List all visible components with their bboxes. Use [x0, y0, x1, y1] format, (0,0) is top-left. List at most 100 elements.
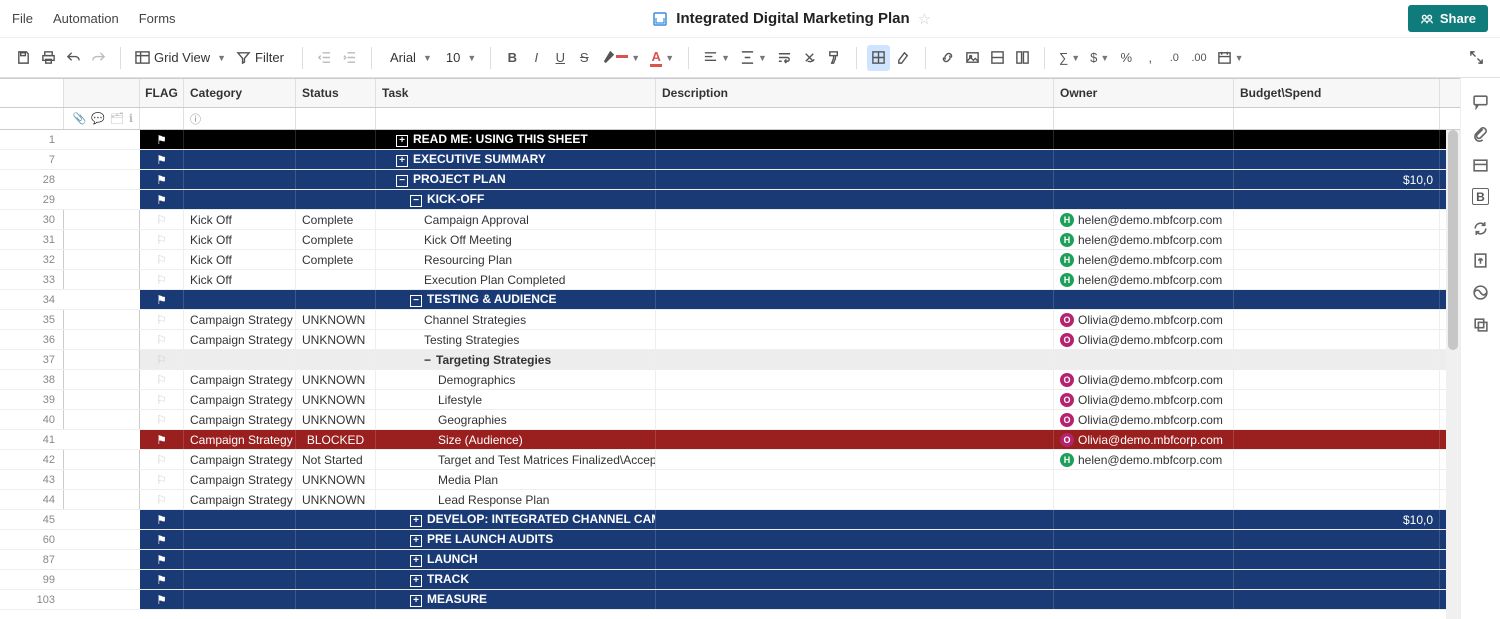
flag-cell[interactable]: ⚐ — [140, 350, 184, 369]
row-number[interactable]: 38 — [0, 370, 64, 389]
status-header[interactable]: Status — [296, 79, 376, 107]
border-icon[interactable] — [867, 45, 890, 71]
category-cell[interactable] — [184, 190, 296, 209]
category-header[interactable]: Category — [184, 79, 296, 107]
description-cell[interactable] — [656, 290, 1054, 309]
bold-icon[interactable]: B — [501, 45, 523, 71]
description-cell[interactable] — [656, 510, 1054, 529]
owner-cell[interactable] — [1054, 590, 1234, 609]
budget-cell[interactable] — [1234, 590, 1440, 609]
description-cell[interactable] — [656, 170, 1054, 189]
row-number[interactable]: 45 — [0, 510, 64, 529]
owner-cell[interactable]: OOlivia@demo.mbfcorp.com — [1054, 310, 1234, 329]
fontsize-selector[interactable]: 10▼ — [438, 45, 480, 71]
budget-cell[interactable] — [1234, 350, 1440, 369]
task-cell[interactable]: −KICK-OFF — [376, 190, 656, 209]
owner-cell[interactable]: OOlivia@demo.mbfcorp.com — [1054, 370, 1234, 389]
table-row[interactable]: 40⚐Campaign StrategyUNKNOWNGeographiesOO… — [0, 410, 1460, 430]
symbols-icon[interactable] — [986, 45, 1009, 71]
flag-cell[interactable]: ⚑ — [140, 150, 184, 169]
budget-cell[interactable] — [1234, 210, 1440, 229]
budget-cell[interactable] — [1234, 130, 1440, 149]
description-cell[interactable] — [656, 590, 1054, 609]
description-cell[interactable] — [656, 270, 1054, 289]
category-cell[interactable]: Campaign Strategy — [184, 490, 296, 509]
task-cell[interactable]: Kick Off Meeting — [376, 230, 656, 249]
status-cell[interactable] — [296, 350, 376, 369]
task-cell[interactable]: +READ ME: USING THIS SHEET — [376, 130, 656, 149]
task-cell[interactable]: Testing Strategies — [376, 330, 656, 349]
italic-icon[interactable]: I — [525, 45, 547, 71]
description-cell[interactable] — [656, 230, 1054, 249]
highlight-icon[interactable] — [892, 45, 915, 71]
flag-cell[interactable]: ⚐ — [140, 410, 184, 429]
category-cell[interactable] — [184, 170, 296, 189]
owner-cell[interactable] — [1054, 170, 1234, 189]
align-vertical-icon[interactable]: ▼ — [736, 45, 771, 71]
print-icon[interactable] — [37, 45, 60, 71]
expand-toggle-icon[interactable]: − — [396, 175, 408, 187]
indent-icon[interactable] — [338, 45, 361, 71]
increase-decimal-icon[interactable]: .00 — [1187, 45, 1210, 71]
menu-forms[interactable]: Forms — [139, 11, 176, 26]
row-attachments[interactable] — [64, 450, 140, 469]
description-cell[interactable] — [656, 490, 1054, 509]
row-number[interactable]: 36 — [0, 330, 64, 349]
row-number[interactable]: 31 — [0, 230, 64, 249]
status-cell[interactable] — [296, 270, 376, 289]
row-number[interactable]: 1 — [0, 130, 64, 149]
status-cell[interactable]: UNKNOWN — [296, 330, 376, 349]
format-painter-icon[interactable] — [823, 45, 846, 71]
budget-cell[interactable]: $10,0 — [1234, 170, 1440, 189]
description-cell[interactable] — [656, 530, 1054, 549]
decrease-decimal-icon[interactable]: .0 — [1163, 45, 1185, 71]
table-row[interactable]: 43⚐Campaign StrategyUNKNOWNMedia Plan — [0, 470, 1460, 490]
brand-rail-icon[interactable]: B — [1472, 188, 1489, 205]
clear-format-icon[interactable] — [798, 45, 821, 71]
flag-cell[interactable]: ⚑ — [140, 510, 184, 529]
table-row[interactable]: 37⚐−Targeting Strategies — [0, 350, 1460, 370]
budget-cell[interactable] — [1234, 550, 1440, 569]
table-row[interactable]: 99⚑+TRACK — [0, 570, 1460, 590]
task-cell[interactable]: −PROJECT PLAN — [376, 170, 656, 189]
row-attachments[interactable] — [64, 270, 140, 289]
description-cell[interactable] — [656, 150, 1054, 169]
publish-icon[interactable] — [1472, 251, 1490, 269]
category-cell[interactable] — [184, 530, 296, 549]
task-cell[interactable]: +PRE LAUNCH AUDITS — [376, 530, 656, 549]
row-attachments[interactable] — [64, 250, 140, 269]
category-cell[interactable]: Campaign Strategy — [184, 310, 296, 329]
budget-cell[interactable] — [1234, 490, 1440, 509]
expand-toggle-icon[interactable]: + — [410, 575, 422, 587]
description-cell[interactable] — [656, 310, 1054, 329]
row-attachments[interactable] — [64, 390, 140, 409]
flag-cell[interactable]: ⚐ — [140, 310, 184, 329]
budget-cell[interactable] — [1234, 150, 1440, 169]
owner-cell[interactable]: Hhelen@demo.mbfcorp.com — [1054, 250, 1234, 269]
status-cell[interactable]: BLOCKED — [296, 430, 376, 449]
table-row[interactable]: 32⚐Kick OffCompleteResourcing PlanHhelen… — [0, 250, 1460, 270]
row-attachments[interactable] — [64, 370, 140, 389]
currency-icon[interactable]: $▼ — [1086, 45, 1113, 71]
category-cell[interactable] — [184, 570, 296, 589]
category-cell[interactable] — [184, 290, 296, 309]
row-number[interactable]: 87 — [0, 550, 64, 569]
flag-cell[interactable]: ⚑ — [140, 530, 184, 549]
row-number[interactable]: 44 — [0, 490, 64, 509]
sum-icon[interactable]: ∑▼ — [1055, 45, 1084, 71]
status-cell[interactable]: UNKNOWN — [296, 470, 376, 489]
filter-button[interactable]: Filter — [232, 45, 292, 71]
thousands-icon[interactable]: , — [1139, 45, 1161, 71]
expand-toggle-icon[interactable]: + — [396, 155, 408, 167]
flag-cell[interactable]: ⚐ — [140, 230, 184, 249]
budget-cell[interactable] — [1234, 450, 1440, 469]
row-attachments[interactable] — [64, 310, 140, 329]
wrap-icon[interactable] — [773, 45, 796, 71]
row-number[interactable]: 60 — [0, 530, 64, 549]
expand-toggle-icon[interactable]: + — [410, 555, 422, 567]
row-number[interactable]: 41 — [0, 430, 64, 449]
link-icon[interactable] — [936, 45, 959, 71]
description-cell[interactable] — [656, 410, 1054, 429]
table-row[interactable]: 103⚑+MEASURE — [0, 590, 1460, 610]
status-cell[interactable]: UNKNOWN — [296, 410, 376, 429]
